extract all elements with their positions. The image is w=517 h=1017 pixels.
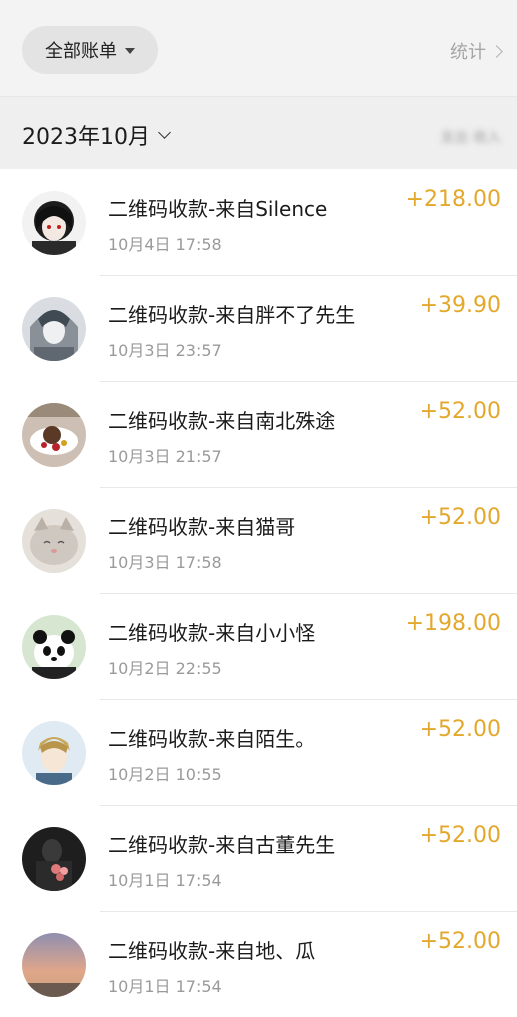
transaction-title: 二维码收款-来自地、瓜 [108,939,316,963]
anime-girl-avatar [22,191,86,255]
transaction-row[interactable]: 二维码收款-来自地、瓜 10月1日 17:54 +52.00 [0,911,517,1017]
transaction-time: 10月2日 10:55 [108,765,222,784]
flowers-dark-avatar [22,827,86,891]
transaction-row[interactable]: 二维码收款-来自古董先生 10月1日 17:54 +52.00 [0,805,517,911]
transaction-time: 10月4日 17:58 [108,235,222,254]
transaction-amount: +52.00 [419,717,501,742]
dessert-plate-avatar [22,403,86,467]
cat-avatar [22,509,86,573]
transaction-amount: +218.00 [405,187,501,212]
transaction-amount: +52.00 [419,505,501,530]
statistics-label: 统计 [450,42,486,63]
transaction-amount: +39.90 [419,293,501,318]
transaction-amount: +52.00 [419,399,501,424]
month-selector[interactable]: 2023年10月 [22,119,171,151]
transaction-amount: +52.00 [419,929,501,954]
month-label: 2023年10月 [22,125,150,150]
anime-character-avatar [22,297,86,361]
transaction-title: 二维码收款-来自Silence [108,197,328,221]
filter-all-bills-button[interactable]: 全部账单 [22,26,158,74]
transaction-title: 二维码收款-来自南北殊途 [108,409,336,433]
transaction-title: 二维码收款-来自猫哥 [108,515,296,539]
chevron-right-icon [490,44,503,58]
transaction-title: 二维码收款-来自古董先生 [108,833,336,857]
transaction-list: 二维码收款-来自Silence 10月4日 17:58 +218.00 二维码收… [0,169,517,1017]
transaction-time: 10月3日 17:58 [108,553,222,572]
transaction-time: 10月3日 23:57 [108,341,222,360]
statistics-link[interactable]: 统计 [450,38,503,64]
transaction-amount: +198.00 [405,611,501,636]
sunset-sky-avatar [22,933,86,997]
panda-avatar [22,615,86,679]
transaction-time: 10月3日 21:57 [108,447,222,466]
transaction-title: 二维码收款-来自陌生。 [108,727,316,751]
transaction-time: 10月1日 17:54 [108,977,222,996]
top-bar: 全部账单 统计 [0,0,517,96]
transaction-row[interactable]: 二维码收款-来自胖不了先生 10月3日 23:57 +39.90 [0,275,517,381]
transaction-title: 二维码收款-来自小小怪 [108,621,316,645]
anime-boy-avatar [22,721,86,785]
transaction-row[interactable]: 二维码收款-来自猫哥 10月3日 17:58 +52.00 [0,487,517,593]
transaction-title: 二维码收款-来自胖不了先生 [108,303,356,327]
month-bar: 2023年10月 支出 收入 [0,96,517,169]
transaction-time: 10月1日 17:54 [108,871,222,890]
transaction-amount: +52.00 [419,823,501,848]
transaction-row[interactable]: 二维码收款-来自陌生。 10月2日 10:55 +52.00 [0,699,517,805]
caret-down-icon [125,48,135,54]
transaction-row[interactable]: 二维码收款-来自南北殊途 10月3日 21:57 +52.00 [0,381,517,487]
blurred-summary-text: 支出 收入 [440,130,501,146]
transaction-time: 10月2日 22:55 [108,659,222,678]
chevron-down-icon [158,125,171,139]
transaction-row[interactable]: 二维码收款-来自Silence 10月4日 17:58 +218.00 [0,169,517,275]
filter-label: 全部账单 [45,41,117,62]
transaction-row[interactable]: 二维码收款-来自小小怪 10月2日 22:55 +198.00 [0,593,517,699]
